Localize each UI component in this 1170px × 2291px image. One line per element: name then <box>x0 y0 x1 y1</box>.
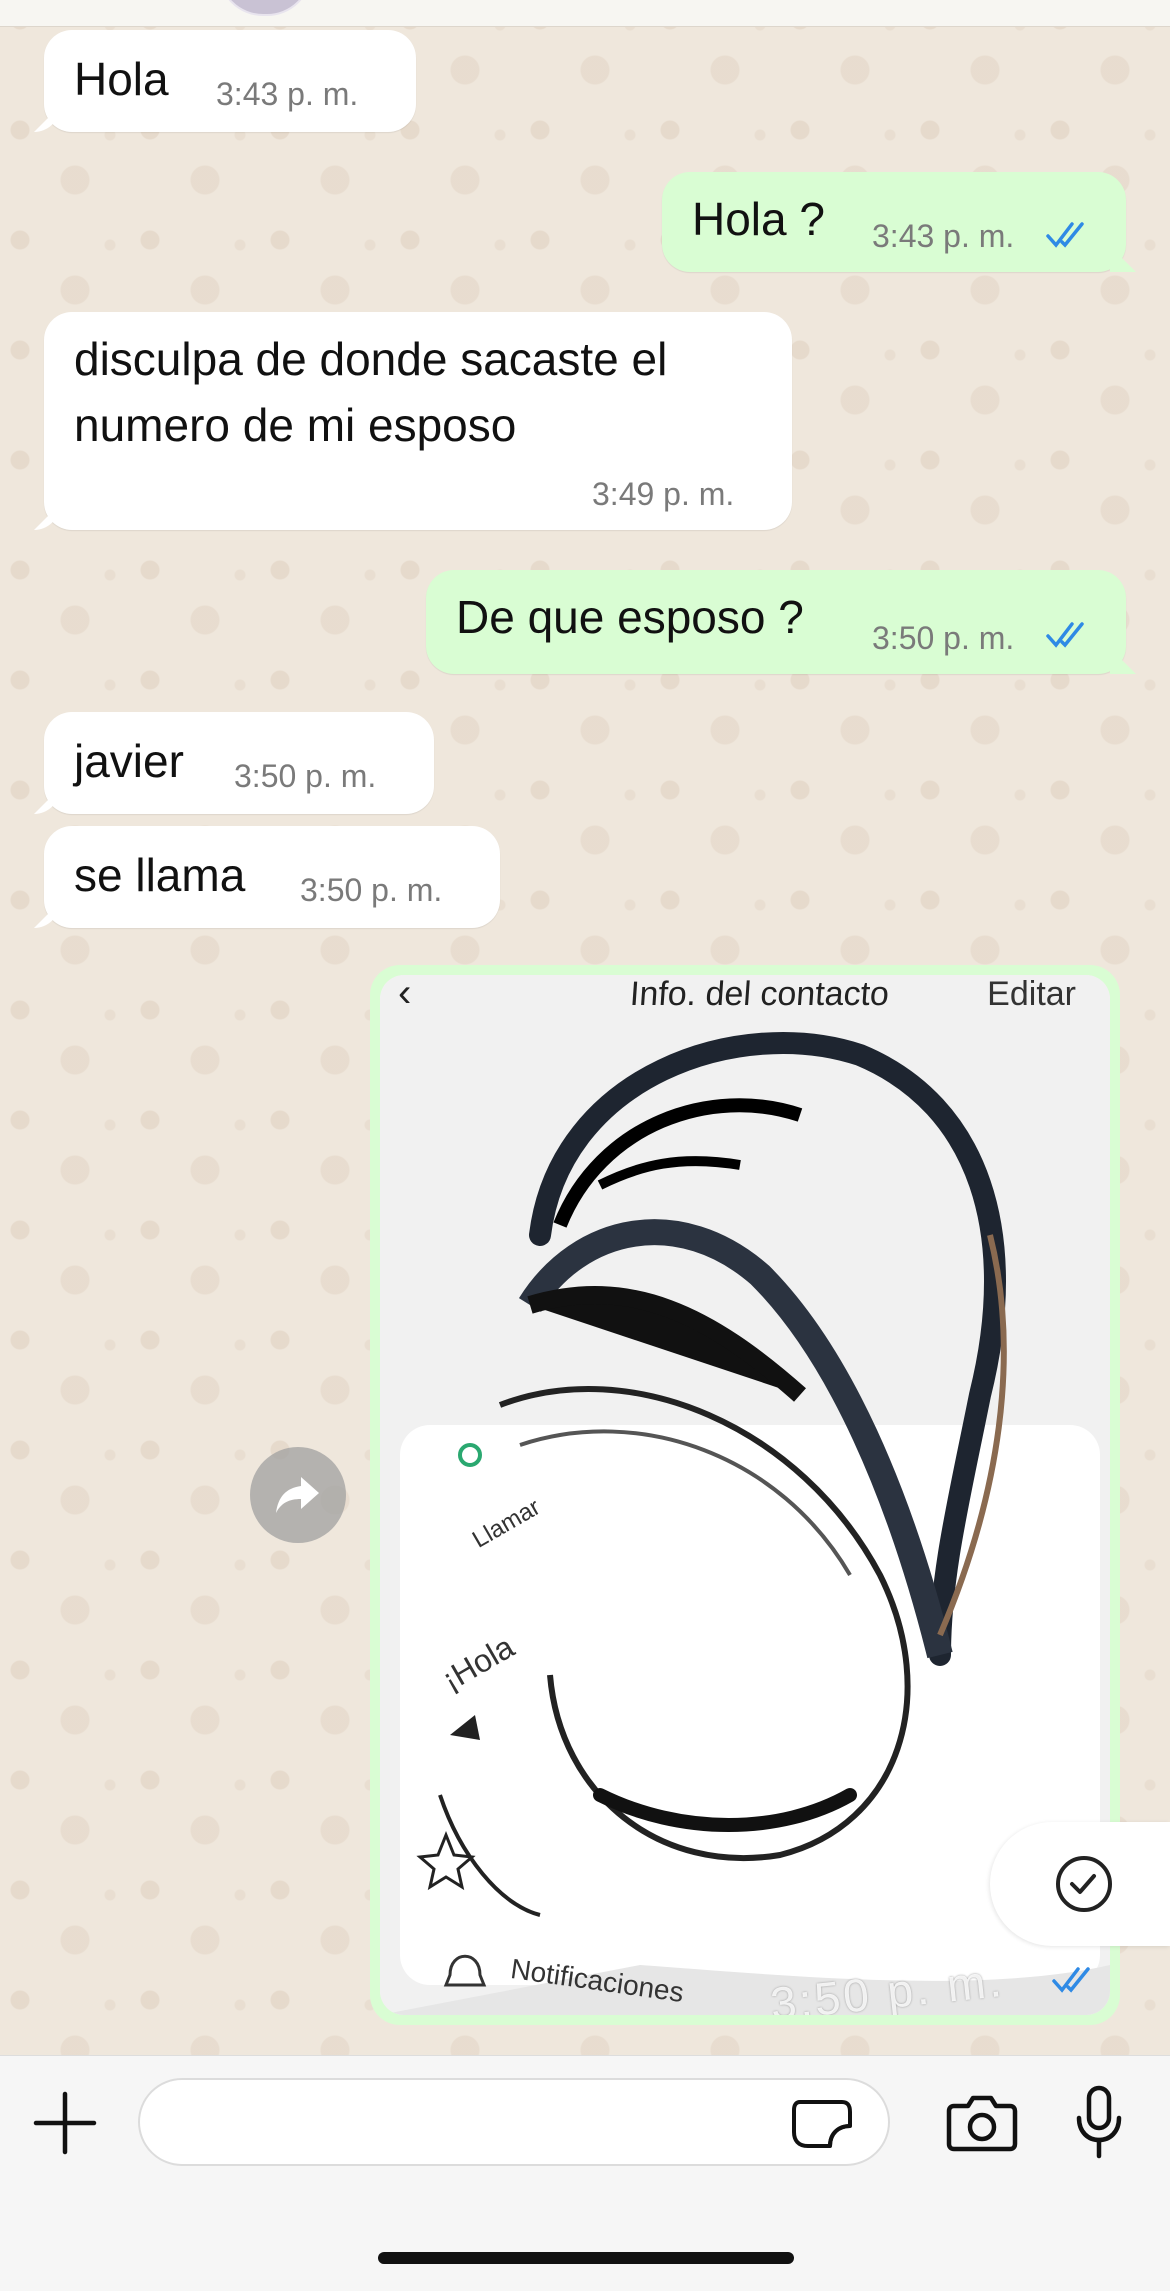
message-input[interactable] <box>138 2078 890 2166</box>
message-time: 3:50 p. m. <box>234 758 377 794</box>
read-checkmarks-icon <box>1052 1967 1090 1993</box>
home-indicator <box>378 2252 794 2264</box>
read-checkmarks-icon <box>1046 622 1084 648</box>
message-text: Hola <box>74 53 169 105</box>
message-text: De que esposo ? <box>456 591 804 643</box>
message-bubble-outgoing[interactable]: De que esposo ? 3:50 p. m. <box>426 570 1126 674</box>
read-checkmarks-icon <box>1046 222 1084 248</box>
message-time: 3:50 p. m. <box>872 620 1015 656</box>
message-time: 3:43 p. m. <box>216 76 359 112</box>
message-bubble-incoming[interactable]: Hola 3:43 p. m. <box>44 30 416 132</box>
check-circle-icon <box>1056 1856 1112 1912</box>
image-header-edit: Editar <box>987 975 1076 1013</box>
select-message-button[interactable] <box>990 1822 1170 1946</box>
message-text: javier <box>74 735 184 787</box>
message-bubble-incoming[interactable]: javier 3:50 p. m. <box>44 712 434 814</box>
microphone-icon[interactable] <box>1074 2084 1124 2162</box>
message-text: se llama <box>74 849 246 901</box>
plus-icon[interactable] <box>30 2088 100 2158</box>
message-time: 3:43 p. m. <box>872 218 1015 254</box>
message-time: 3:50 p. m. <box>300 872 443 908</box>
forward-button[interactable] <box>250 1447 346 1543</box>
chat-area[interactable]: Hola 3:43 p. m. Hola ? 3:43 p. m. discul… <box>0 0 1170 2055</box>
message-bubble-outgoing[interactable]: Hola ? 3:43 p. m. <box>662 172 1126 272</box>
sticker-icon[interactable] <box>790 2096 854 2152</box>
message-bubble-incoming[interactable]: se llama 3:50 p. m. <box>44 826 500 928</box>
message-text: Hola ? <box>692 193 825 245</box>
message-bubble-incoming[interactable]: disculpa de donde sacaste el numero de m… <box>44 312 792 530</box>
header-strip <box>0 0 1170 27</box>
message-text: disculpa de donde sacaste el numero de m… <box>74 333 668 451</box>
avatar[interactable] <box>218 0 312 16</box>
forward-icon <box>276 1477 319 1513</box>
message-time: 3:49 p. m. <box>592 476 735 512</box>
image-header-title: Info. del contacto <box>628 975 891 1013</box>
camera-icon[interactable] <box>946 2090 1018 2154</box>
back-icon: ‹ <box>398 975 412 1015</box>
